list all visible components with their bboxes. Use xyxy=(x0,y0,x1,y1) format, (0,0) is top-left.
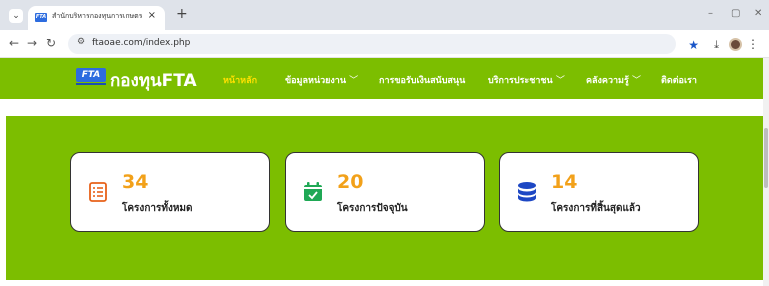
nav-knowledge-base[interactable]: คลังความรู้ ﹀ xyxy=(586,73,641,87)
tab-title: สำนักบริหารกองทุนการเกษตร xyxy=(52,12,142,20)
download-icon[interactable]: ⤓ xyxy=(714,38,719,52)
tab-search-chevron-icon[interactable]: ⌄ xyxy=(9,9,23,23)
site-logo-text[interactable]: กองทุนFTA xyxy=(110,67,197,94)
minimize-button[interactable]: – xyxy=(708,8,713,19)
stat-value: 14 xyxy=(551,171,578,193)
stat-value: 20 xyxy=(337,171,364,193)
site-info-icon[interactable]: ⚙ xyxy=(77,37,85,47)
chevron-down-icon: ﹀ xyxy=(555,76,565,86)
chevron-down-icon: ﹀ xyxy=(631,76,641,86)
checklist-icon xyxy=(89,182,107,202)
nav-contact-us[interactable]: ติดต่อเรา xyxy=(661,73,697,87)
tab-close-icon[interactable]: × xyxy=(148,10,156,21)
menu-kebab-icon[interactable]: ⋮ xyxy=(747,37,759,51)
calendar-check-icon xyxy=(304,182,322,201)
browser-toolbar: ← → ↻ ⚙ ftaoae.com/index.php ★ ⤓ ⋮ xyxy=(0,30,769,58)
url-text[interactable]: ftaoae.com/index.php xyxy=(92,38,190,48)
back-arrow-icon[interactable]: ← xyxy=(9,36,19,50)
address-bar[interactable]: ⚙ ftaoae.com/index.php xyxy=(68,34,676,54)
stats-section: 34 โครงการทั้งหมด 20 โครงการปัจจุบัน 14 … xyxy=(6,116,763,280)
reload-icon[interactable]: ↻ xyxy=(46,36,56,50)
fta-logo-icon[interactable]: FTA xyxy=(76,68,106,82)
stat-card-current[interactable]: 20 โครงการปัจจุบัน xyxy=(285,152,485,232)
maximize-button[interactable]: ▢ xyxy=(731,8,740,19)
profile-avatar[interactable] xyxy=(729,38,742,51)
stat-value: 34 xyxy=(122,171,149,193)
close-window-button[interactable]: ✕ xyxy=(754,8,762,19)
nav-agency-info[interactable]: ข้อมูลหน่วยงาน ﹀ xyxy=(285,73,358,87)
browser-tab[interactable]: FTA สำนักบริหารกองทุนการเกษตร × xyxy=(28,6,165,30)
nav-funding-request[interactable]: การขอรับเงินสนับสนุน xyxy=(379,73,465,87)
bookmark-star-icon[interactable]: ★ xyxy=(688,38,699,52)
stat-card-total[interactable]: 34 โครงการทั้งหมด xyxy=(70,152,270,232)
page-bottom xyxy=(0,280,763,286)
page-scrollbar[interactable] xyxy=(763,58,769,286)
nav-home[interactable]: หน้าหลัก xyxy=(223,73,257,87)
nav-public-services[interactable]: บริการประชาชน ﹀ xyxy=(488,73,565,87)
favicon-icon: FTA xyxy=(35,13,47,22)
browser-tab-bar: ⌄ FTA สำนักบริหารกองทุนการเกษตร × + – ▢ … xyxy=(0,0,769,30)
database-icon xyxy=(518,182,536,202)
logo-underline xyxy=(76,83,106,85)
stat-label: โครงการที่สิ้นสุดแล้ว xyxy=(551,203,641,214)
stat-card-completed[interactable]: 14 โครงการที่สิ้นสุดแล้ว xyxy=(499,152,699,232)
site-navbar: FTA กองทุนFTA หน้าหลัก ข้อมูลหน่วยงาน ﹀ … xyxy=(0,58,763,99)
new-tab-button[interactable]: + xyxy=(176,6,188,22)
spacer xyxy=(0,99,763,116)
stat-label: โครงการทั้งหมด xyxy=(122,203,193,214)
stat-label: โครงการปัจจุบัน xyxy=(337,203,408,214)
forward-arrow-icon[interactable]: → xyxy=(27,36,37,50)
chevron-down-icon: ﹀ xyxy=(349,76,359,86)
scrollbar-thumb[interactable] xyxy=(764,128,768,188)
